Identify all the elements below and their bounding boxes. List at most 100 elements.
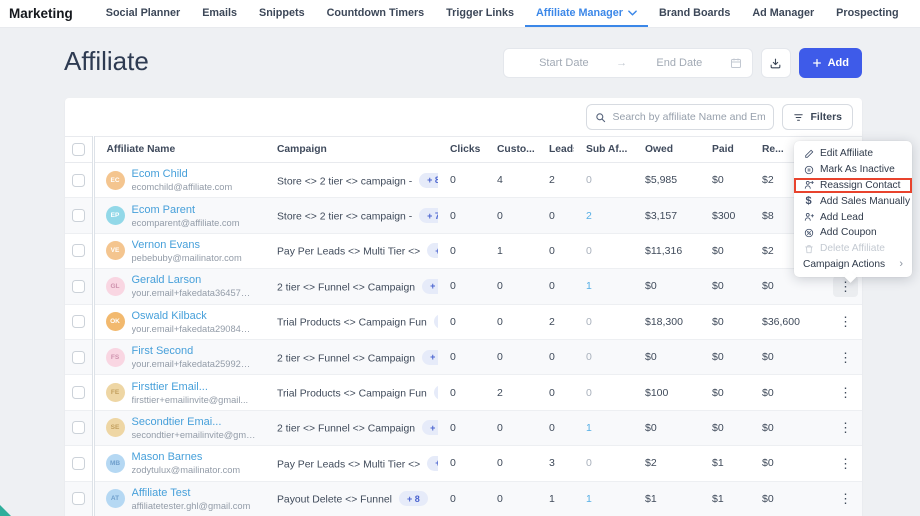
row-checkbox[interactable] [72, 280, 85, 293]
affiliate-name-link[interactable]: Secondtier Emai... [132, 416, 260, 428]
campaign-name: Trial Products <> Campaign Fun [277, 389, 427, 400]
customers-value: 2 [485, 375, 537, 410]
campaign-count-badge[interactable]: + 9 [427, 243, 438, 258]
affiliate-name-link[interactable]: Ecom Parent [132, 204, 240, 216]
download-icon [769, 57, 782, 70]
trash-icon [803, 244, 814, 254]
menu-item-add-sales-manually[interactable]: $Add Sales Manually [794, 193, 912, 209]
row-checkbox[interactable] [72, 386, 85, 399]
menu-item-delete-affiliate[interactable]: Delete Affiliate [794, 241, 912, 257]
sub-affiliates-value: 0 [574, 339, 633, 374]
menu-item-reassign-contact[interactable]: Reassign Contact [794, 178, 912, 194]
nav-tab-social-planner[interactable]: Social Planner [95, 0, 191, 27]
campaign-name: Store <> 2 tier <> campaign - [277, 176, 412, 187]
affiliate-name-link[interactable]: Mason Barnes [132, 451, 241, 463]
menu-item-edit-affiliate[interactable]: Edit Affiliate [794, 146, 912, 162]
affiliate-name-link[interactable]: Vernon Evans [132, 239, 242, 251]
affiliate-name-link[interactable]: Oswald Kilback [132, 310, 260, 322]
col-paid: Paid [700, 137, 750, 163]
campaign-count-badge[interactable]: + 7 [434, 385, 438, 400]
affiliate-email: secondtier+emailinvite@gmai... [132, 430, 260, 440]
menu-item-add-coupon[interactable]: Add Coupon [794, 225, 912, 241]
menu-item-mark-as-inactive[interactable]: Mark As Inactive [794, 162, 912, 178]
nav-tab-trigger-links[interactable]: Trigger Links [435, 0, 525, 27]
customers-value: 4 [485, 163, 537, 198]
row-checkbox[interactable] [72, 492, 85, 505]
clicks-value: 0 [438, 233, 485, 268]
affiliate-name-link[interactable]: Ecom Child [132, 168, 233, 180]
add-affiliate-button[interactable]: Add [799, 48, 862, 78]
clicks-value: 0 [438, 269, 485, 304]
campaign-count-badge[interactable]: + 6 [422, 279, 438, 294]
affiliate-email: firsttier+emailinvite@gmail... [132, 395, 249, 405]
table-row: FS First Second your.email+fakedata25992… [65, 339, 862, 374]
affiliate-email: your.email+fakedata25992@gm... [132, 359, 260, 369]
menu-item-campaign-actions[interactable]: Campaign Actions › [794, 257, 912, 273]
leads-value: 1 [537, 481, 574, 516]
row-actions-kebab-button[interactable]: ⋮ [833, 382, 858, 403]
row-actions-kebab-button[interactable]: ⋮ [833, 488, 858, 509]
avatar: AT [106, 489, 125, 508]
row-actions-kebab-button[interactable]: ⋮ [833, 453, 858, 474]
table-header-row: Affiliate Name Campaign Clicks Custo... … [65, 137, 862, 163]
row-checkbox[interactable] [72, 421, 85, 434]
campaign-count-badge[interactable]: + 7 [419, 208, 438, 223]
campaign-count-badge[interactable]: + 6 [434, 314, 438, 329]
leads-value: 0 [537, 410, 574, 445]
add-button-label: Add [828, 57, 849, 69]
menu-item-add-lead[interactable]: Add Lead [794, 209, 912, 225]
affiliate-email: your.email+fakedata36457@gm... [132, 288, 260, 298]
nav-tab-prospecting[interactable]: Prospecting [825, 0, 909, 27]
row-checkbox[interactable] [72, 351, 85, 364]
nav-tab-ad-manager[interactable]: Ad Manager [741, 0, 825, 27]
affiliates-table: Affiliate Name Campaign Clicks Custo... … [65, 136, 862, 516]
campaign-count-badge[interactable]: + 6 [422, 350, 438, 365]
edit-icon [803, 149, 814, 159]
row-actions-kebab-button[interactable]: ⋮ [833, 417, 858, 438]
row-checkbox[interactable] [72, 315, 85, 328]
affiliate-name-link[interactable]: Firsttier Email... [132, 381, 249, 393]
revenue-value: $0 [750, 339, 829, 374]
row-checkbox[interactable] [72, 209, 85, 222]
leads-value: 2 [537, 163, 574, 198]
row-actions-kebab-button[interactable]: ⋮ [833, 311, 858, 332]
select-all-checkbox[interactable] [72, 143, 85, 156]
nav-tab-countdown-timers[interactable]: Countdown Timers [316, 0, 436, 27]
filters-button[interactable]: Filters [782, 104, 853, 130]
row-checkbox[interactable] [72, 244, 85, 257]
page-title: Affiliate [64, 46, 149, 77]
clicks-value: 0 [438, 163, 485, 198]
nav-tab-emails[interactable]: Emails [191, 0, 248, 27]
start-date-field[interactable]: Start Date [514, 57, 615, 69]
nav-tab-affiliate-manager[interactable]: Affiliate Manager [525, 0, 648, 27]
col-sub-affiliates: Sub Af... [574, 137, 633, 163]
row-checkbox[interactable] [72, 457, 85, 470]
leads-value: 0 [537, 269, 574, 304]
affiliate-name-link[interactable]: First Second [132, 345, 260, 357]
paid-value: $300 [700, 198, 750, 233]
end-date-field[interactable]: End Date [629, 57, 730, 69]
affiliate-email: ecomparent@affiliate.com [132, 218, 240, 228]
export-download-button[interactable] [761, 48, 791, 78]
affiliate-name-link[interactable]: Gerald Larson [132, 274, 260, 286]
search-input[interactable] [612, 111, 765, 123]
filters-label: Filters [810, 111, 842, 123]
campaign-name: Trial Products <> Campaign Fun [277, 318, 427, 329]
row-actions-kebab-button[interactable]: ⋮ [833, 347, 858, 368]
campaign-count-badge[interactable]: + 8 [419, 173, 438, 188]
leads-value: 0 [537, 375, 574, 410]
paid-value: $1 [700, 446, 750, 481]
affiliate-name-link[interactable]: Affiliate Test [132, 487, 251, 499]
campaign-count-badge[interactable]: + 7 [427, 456, 438, 471]
nav-tab-snippets[interactable]: Snippets [248, 0, 316, 27]
brand-title: Marketing [9, 6, 73, 21]
clicks-value: 0 [438, 481, 485, 516]
date-range-picker[interactable]: Start Date → End Date [503, 48, 753, 78]
row-checkbox[interactable] [72, 174, 85, 187]
search-box[interactable] [586, 104, 774, 130]
chat-beacon-corner[interactable] [0, 505, 11, 516]
nav-tab-brand-boards[interactable]: Brand Boards [648, 0, 741, 27]
campaign-count-badge[interactable]: + 8 [399, 491, 428, 506]
campaign-count-badge[interactable]: + 6 [422, 420, 438, 435]
col-affiliate-name: Affiliate Name [93, 137, 265, 163]
